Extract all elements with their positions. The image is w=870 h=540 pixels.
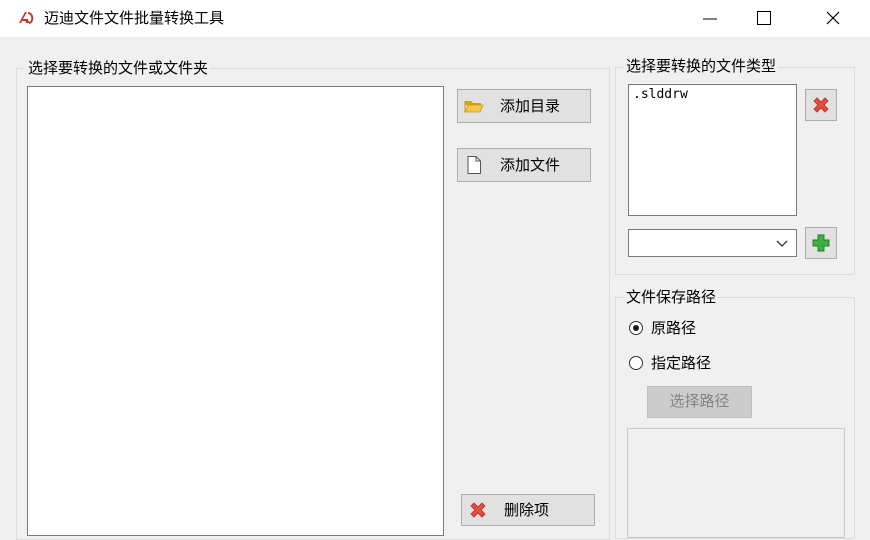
file-type-list[interactable]: .slddrw: [628, 84, 797, 216]
save-path-display: [627, 428, 845, 538]
file-type-item[interactable]: .slddrw: [633, 87, 688, 103]
add-directory-label: 添加目录: [500, 97, 561, 115]
title-bar: 迈迪文件文件批量转换工具: [0, 0, 870, 37]
file-list[interactable]: [27, 86, 444, 536]
radio-specified-path[interactable]: 指定路径: [629, 352, 711, 374]
red-x-icon: [813, 97, 829, 113]
save-path-label: 文件保存路径: [624, 288, 719, 306]
green-plus-icon: [812, 234, 830, 252]
window-title: 迈迪文件文件批量转换工具: [44, 9, 225, 27]
red-x-icon: [470, 502, 486, 518]
add-file-button[interactable]: 添加文件: [457, 148, 591, 182]
maximize-button[interactable]: [741, 0, 787, 37]
add-file-type-button[interactable]: [805, 227, 837, 259]
add-file-label: 添加文件: [500, 156, 561, 174]
radio-specified-label: 指定路径: [651, 354, 712, 372]
add-directory-button[interactable]: 添加目录: [457, 89, 591, 123]
file-type-label: 选择要转换的文件类型: [624, 57, 779, 75]
close-icon: [826, 11, 840, 25]
chevron-down-icon: [776, 240, 788, 247]
file-icon: [467, 156, 481, 174]
choose-path-button[interactable]: 选择路径: [647, 386, 752, 418]
radio-original-path[interactable]: 原路径: [629, 317, 696, 339]
close-button[interactable]: [810, 0, 856, 37]
radio-original-label: 原路径: [651, 319, 697, 337]
minimize-button[interactable]: [687, 0, 733, 37]
app-logo-icon: [19, 12, 34, 24]
delete-item-button[interactable]: 删除项: [461, 494, 595, 526]
minimize-icon: [703, 18, 717, 20]
remove-file-type-button[interactable]: [805, 89, 837, 121]
radio-specified-circle[interactable]: [629, 356, 643, 370]
file-selection-label: 选择要转换的文件或文件夹: [26, 59, 211, 77]
file-type-combo[interactable]: [628, 229, 797, 257]
radio-selected-dot: [633, 325, 639, 331]
delete-item-label: 删除项: [504, 501, 550, 519]
radio-original-circle[interactable]: [629, 321, 643, 335]
folder-open-icon: [464, 101, 484, 113]
maximize-icon: [757, 11, 771, 25]
